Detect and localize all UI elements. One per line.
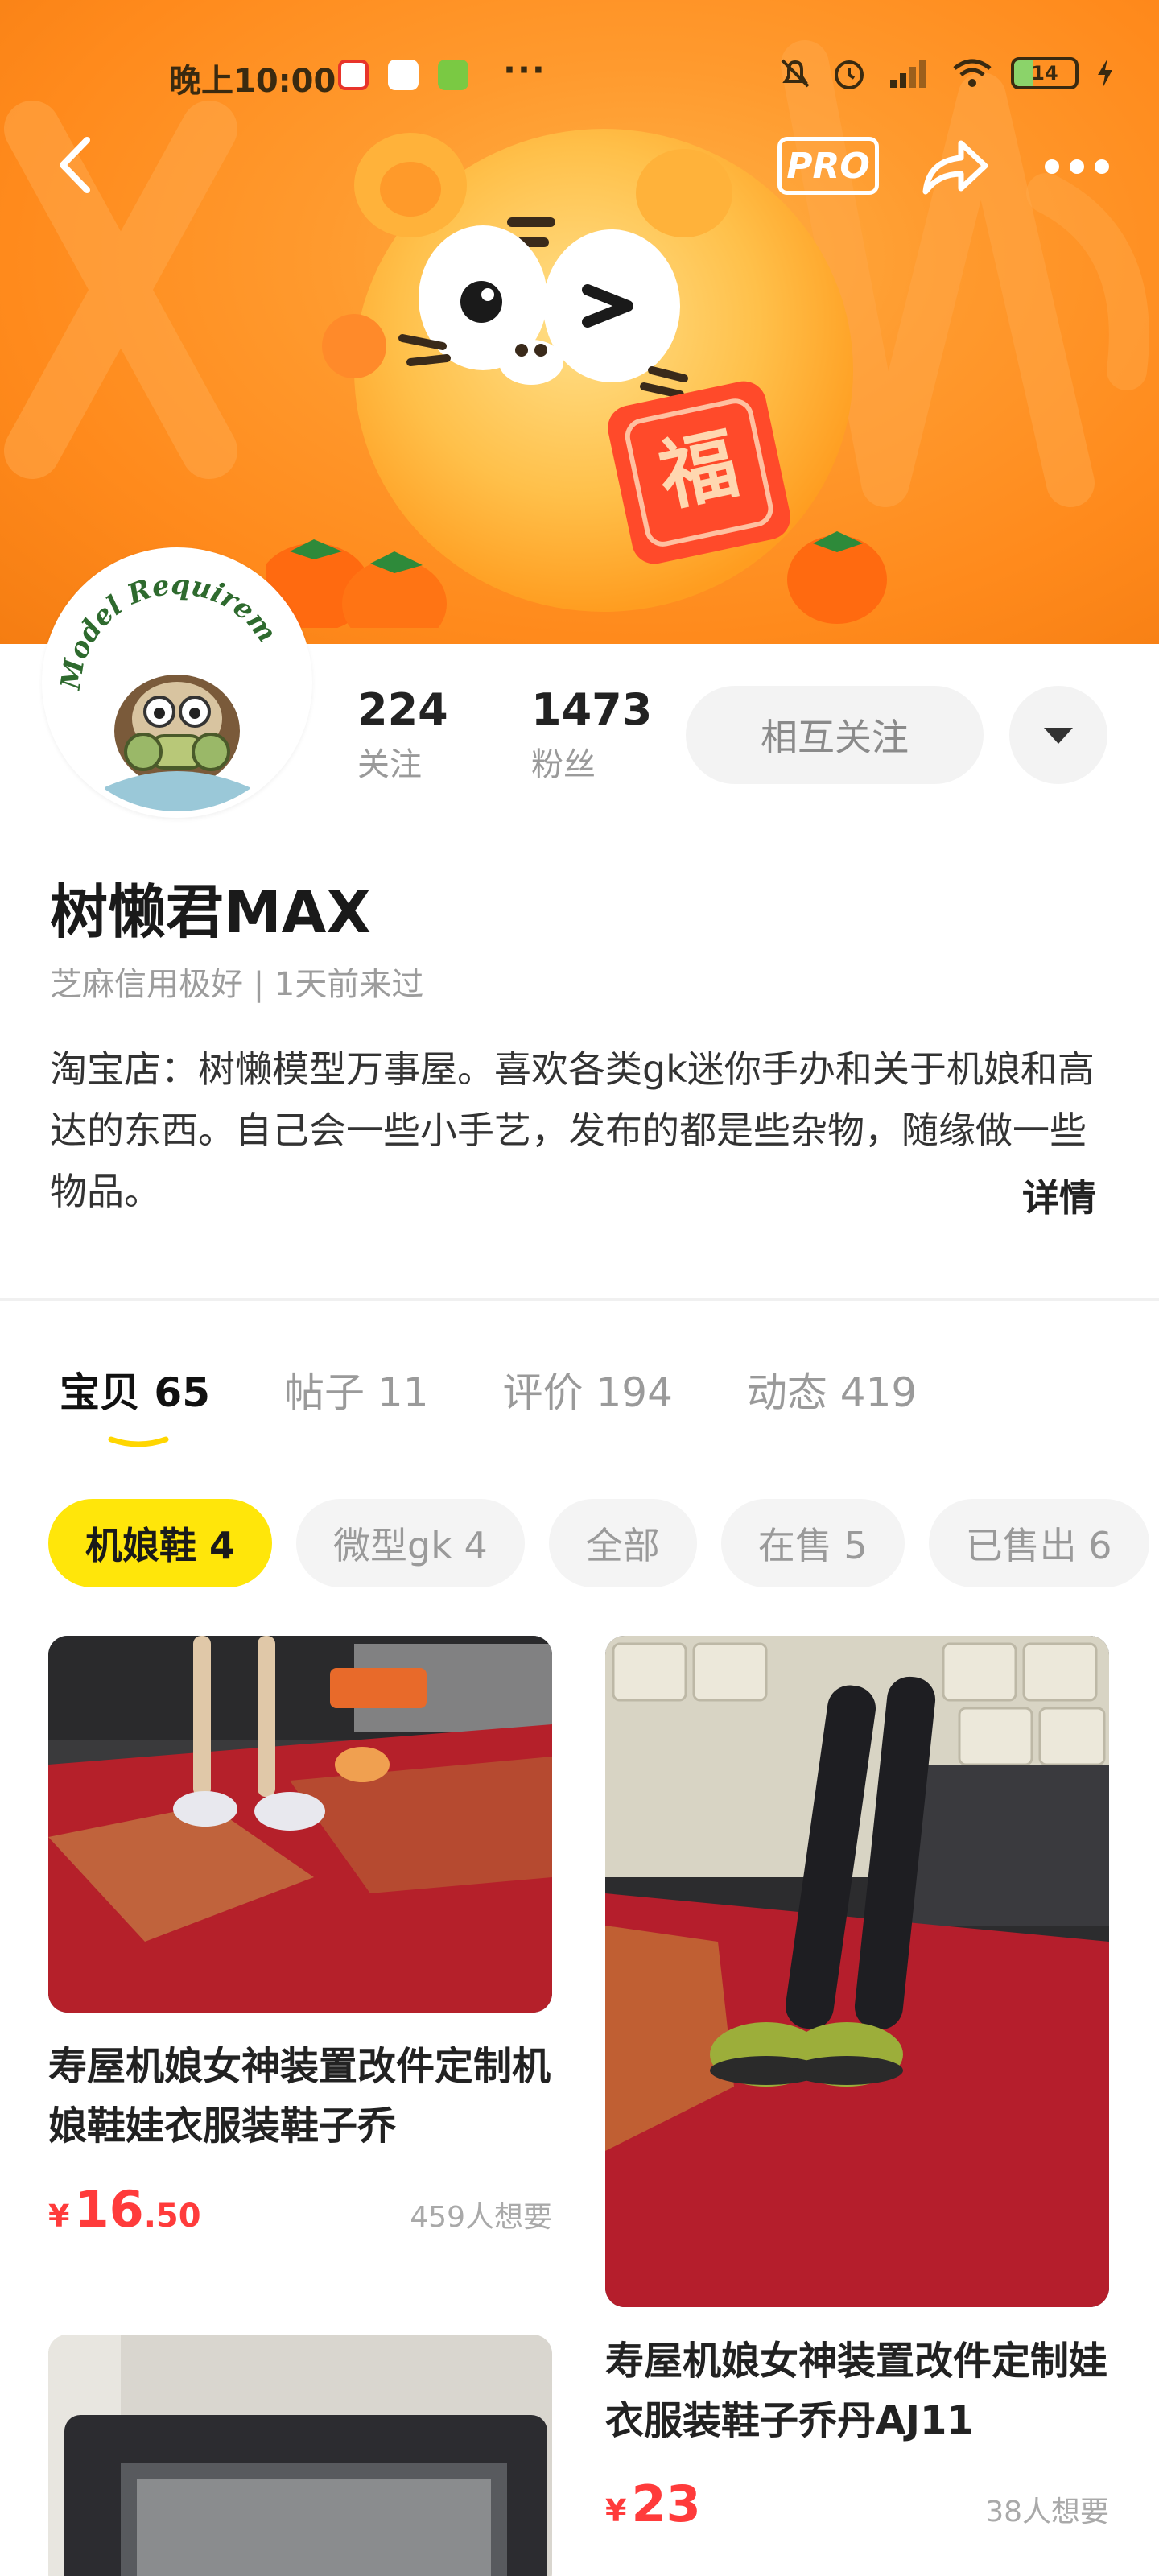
- filter-chips: 机娘鞋 4 微型gk 4 全部 在售 5 已售出 6: [48, 1499, 1149, 1587]
- chip-mini-gk[interactable]: 微型gk 4: [296, 1499, 525, 1587]
- tab-reviews[interactable]: 评价 194: [503, 1360, 673, 1418]
- status-bar: 晚上10:00 ··· 14: [0, 48, 1159, 105]
- product-price-row: ¥23 38人想要: [605, 2475, 1109, 2533]
- product-price: ¥23: [605, 2475, 701, 2533]
- product-want-count: 459人想要: [410, 2201, 552, 2234]
- tab-activity[interactable]: 动态 419: [747, 1360, 917, 1418]
- product-price-row: ¥16.50 459人想要: [48, 2180, 552, 2239]
- share-icon[interactable]: [918, 132, 990, 201]
- bio-detail-link[interactable]: 详情: [1022, 1169, 1096, 1222]
- status-notification-icons: [338, 60, 468, 90]
- product-image: [48, 1636, 552, 2013]
- product-price: ¥16.50: [48, 2180, 201, 2239]
- wifi-icon: [953, 59, 992, 87]
- mute-bell-icon: [781, 59, 810, 88]
- chip-on-sale[interactable]: 在售 5: [720, 1499, 905, 1587]
- tab-posts[interactable]: 帖子 11: [284, 1360, 429, 1418]
- clock-app-icon: [388, 60, 419, 90]
- chip-sold[interactable]: 已售出 6: [928, 1499, 1149, 1587]
- product-card[interactable]: 寿屋机娘女神装置改件定制机娘鞋娃衣服装鞋子乔 ¥16.50 459人想要: [48, 1636, 552, 2239]
- chip-all[interactable]: 全部: [548, 1499, 697, 1587]
- alarm-icon: [835, 60, 864, 89]
- product-card[interactable]: [48, 2334, 552, 2576]
- mutual-follow-button[interactable]: 相互关注: [686, 686, 984, 784]
- sloth-avatar-illustration: Model Requirem: [48, 554, 306, 811]
- caret-down-icon: [1044, 728, 1073, 744]
- charging-bolt-icon: [1098, 59, 1112, 88]
- status-more-icon: ···: [503, 50, 547, 89]
- fans-stat[interactable]: 1473 粉丝: [531, 684, 652, 785]
- product-title: 寿屋机娘女神装置改件定制机娘鞋娃衣服装鞋子乔: [48, 2044, 551, 2149]
- product-want-count: 38人想要: [985, 2496, 1109, 2529]
- following-label: 关注: [357, 746, 422, 783]
- product-image: [605, 1636, 1109, 2307]
- status-time: 晚上10:00: [169, 63, 336, 100]
- following-stat[interactable]: 224 关注: [357, 684, 448, 785]
- fans-label: 粉丝: [531, 746, 596, 783]
- following-count: 224: [357, 684, 448, 735]
- follow-dropdown-button[interactable]: [1009, 686, 1107, 784]
- weibo-icon: [338, 60, 369, 90]
- profile-tabs: 宝贝 65 帖子 11 评价 194 动态 419: [60, 1360, 991, 1447]
- filter-chips-scroll[interactable]: 机娘鞋 4 微型gk 4 全部 在售 5 已售出 6: [0, 1489, 1159, 1594]
- download-icon: [438, 60, 468, 90]
- section-divider: [0, 1298, 1159, 1301]
- status-right-icons: 14: [777, 55, 1114, 92]
- profile-meta: 芝麻信用极好 | 1天前来过: [50, 966, 424, 1003]
- pro-badge-button[interactable]: PRO: [777, 137, 879, 195]
- chip-mecha-shoes[interactable]: 机娘鞋 4: [48, 1499, 273, 1587]
- product-title: 寿屋机娘女神装置改件定制娃衣服装鞋子乔丹AJ11: [605, 2339, 1108, 2443]
- fans-count: 1473: [531, 684, 653, 735]
- tab-active-indicator: [108, 1436, 169, 1447]
- product-card[interactable]: 寿屋机娘女神装置改件定制娃衣服装鞋子乔丹AJ11 ¥23 38人想要: [605, 1636, 1109, 2533]
- tab-items[interactable]: 宝贝 65: [60, 1360, 210, 1447]
- profile-bio: 淘宝店：树懒模型万事屋。喜欢各类gk迷你手办和关于机娘和高达的东西。自己会一些小…: [50, 1047, 1095, 1213]
- product-image: [48, 2334, 552, 2576]
- signal-icon: [890, 60, 926, 88]
- battery-indicator: 14: [1011, 57, 1079, 89]
- profile-name: 树懒君MAX: [50, 878, 371, 946]
- avatar[interactable]: Model Requirem: [42, 547, 312, 818]
- more-options-icon[interactable]: [1038, 138, 1116, 195]
- back-arrow-icon[interactable]: [48, 129, 105, 201]
